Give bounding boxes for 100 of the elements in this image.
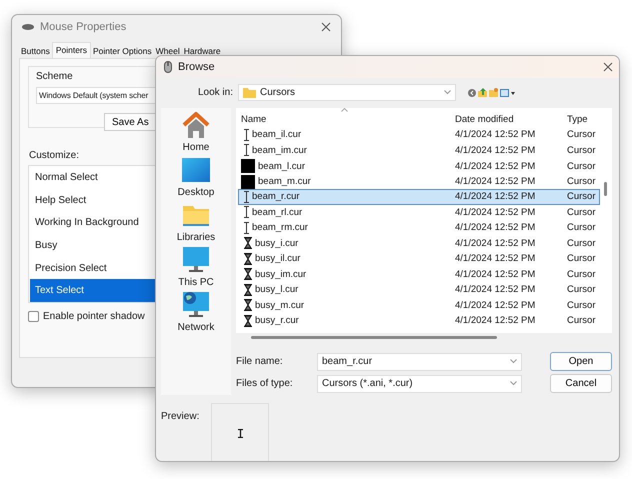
- file-name: busy_im.cur: [255, 268, 306, 280]
- mouse-icon: [22, 24, 34, 30]
- tab[interactable]: Hardware: [182, 44, 223, 58]
- new-folder-icon[interactable]: [489, 88, 498, 97]
- chevron-icon: [510, 381, 517, 386]
- text-cursor-icon: [244, 206, 249, 218]
- text-cursor-icon: [244, 222, 249, 234]
- file-type: Cursor: [567, 300, 597, 311]
- date-modified: 4/1/2024 12:52 PM: [455, 284, 536, 296]
- text-cursor-icon: [244, 128, 249, 141]
- file-row[interactable]: busy_i.cur 4/1/2024 12:52 PM Cursor: [238, 236, 600, 251]
- file-type: Cursor: [567, 222, 597, 234]
- file-name: beam_il.cur: [252, 129, 302, 140]
- file-row[interactable]: busy_im.cur 4/1/2024 12:52 PM Cursor: [238, 266, 600, 282]
- place-item[interactable]: Libraries: [161, 201, 231, 246]
- network-icon: [183, 291, 209, 319]
- desktop-icon: [182, 156, 210, 184]
- close-icon[interactable]: [603, 62, 613, 72]
- tab[interactable]: Pointer Options: [91, 44, 154, 58]
- file-name: busy_m.cur: [255, 300, 304, 311]
- column-header[interactable]: Type: [567, 114, 600, 124]
- file-name: beam_rl.cur: [252, 206, 302, 218]
- file-type-label: Files of type:: [236, 378, 294, 389]
- file-row[interactable]: busy_il.cur 4/1/2024 12:52 PM Cursor: [238, 251, 600, 266]
- place-item[interactable]: Home: [161, 111, 231, 156]
- file-row[interactable]: beam_rl.cur 4/1/2024 12:52 PM Cursor: [238, 204, 600, 220]
- file-row[interactable]: busy_l.cur 4/1/2024 12:52 PM Cursor: [238, 282, 600, 298]
- chevron-icon: [444, 90, 451, 95]
- close-icon[interactable]: [321, 22, 331, 32]
- date-modified: 4/1/2024 12:52 PM: [455, 253, 536, 264]
- date-modified: 4/1/2024 12:52 PM: [455, 144, 536, 156]
- window-title: Mouse Properties: [40, 21, 128, 33]
- file-type: Cursor: [567, 191, 597, 202]
- folder-icon: [243, 88, 256, 98]
- sort-caret-icon: [341, 108, 348, 112]
- file-name-label: File name:: [236, 356, 284, 367]
- file-name: busy_il.cur: [255, 253, 300, 264]
- checkbox[interactable]: [28, 311, 39, 322]
- hourglass-icon: [244, 252, 252, 265]
- filled-square-icon: [241, 159, 255, 173]
- file-type-dropdown[interactable]: Cursors (*.ani, *.cur): [317, 374, 522, 392]
- file-row[interactable]: busy_m.cur 4/1/2024 12:52 PM Cursor: [238, 298, 600, 313]
- up-folder-icon[interactable]: [478, 88, 487, 97]
- file-name: beam_m.cur: [258, 176, 311, 187]
- view-menu-icon[interactable]: [500, 88, 515, 96]
- file-row[interactable]: beam_im.cur 4/1/2024 12:52 PM Cursor: [238, 142, 600, 158]
- tab[interactable]: Wheel: [154, 44, 182, 58]
- file-name: beam_im.cur: [252, 144, 307, 156]
- checkbox-label: Enable pointer shadow: [43, 311, 145, 322]
- file-row[interactable]: beam_m.cur 4/1/2024 12:52 PM Cursor: [238, 174, 600, 189]
- date-modified: 4/1/2024 12:52 PM: [455, 206, 536, 218]
- date-modified: 4/1/2024 12:52 PM: [455, 191, 536, 202]
- preview-label: Preview:: [161, 410, 200, 424]
- text-cursor-icon: [244, 144, 249, 156]
- date-modified: 4/1/2024 12:52 PM: [455, 315, 536, 326]
- house-icon: [181, 111, 211, 139]
- date-modified: 4/1/2024 12:52 PM: [455, 238, 536, 249]
- look-in-dropdown[interactable]: Cursors: [238, 84, 456, 101]
- date-modified: 4/1/2024 12:52 PM: [455, 268, 536, 280]
- file-name: busy_r.cur: [255, 315, 299, 326]
- window-title: Browse: [178, 61, 216, 73]
- file-name: busy_i.cur: [255, 238, 298, 249]
- cancel-button[interactable]: Cancel: [550, 374, 612, 393]
- file-type: Cursor: [567, 160, 597, 172]
- file-row[interactable]: beam_rm.cur 4/1/2024 12:52 PM Cursor: [238, 220, 600, 236]
- column-header[interactable]: Date modified: [455, 114, 567, 124]
- file-type: Cursor: [567, 253, 597, 264]
- monitor-icon: [183, 246, 209, 274]
- file-row[interactable]: beam_r.cur 4/1/2024 12:52 PM Cursor: [238, 189, 600, 204]
- file-type: Cursor: [567, 268, 597, 280]
- text-cursor-icon: [244, 190, 249, 203]
- file-row[interactable]: beam_l.cur 4/1/2024 12:52 PM Cursor: [238, 158, 600, 174]
- tab[interactable]: Pointers: [52, 42, 92, 58]
- chevron-icon: [510, 359, 517, 364]
- file-name-field[interactable]: beam_r.cur: [317, 352, 522, 370]
- filled-square-icon: [241, 174, 255, 188]
- date-modified: 4/1/2024 12:52 PM: [455, 160, 536, 172]
- customize-label: Customize:: [29, 150, 80, 161]
- hourglass-icon: [244, 237, 252, 250]
- date-modified: 4/1/2024 12:52 PM: [455, 222, 536, 234]
- file-name: beam_rm.cur: [252, 222, 308, 234]
- open-button[interactable]: Open: [550, 352, 612, 371]
- scrollbar-thumb[interactable]: [251, 336, 497, 339]
- tab[interactable]: Buttons: [19, 44, 52, 58]
- file-type: Cursor: [567, 144, 597, 156]
- place-item[interactable]: Desktop: [161, 156, 231, 201]
- file-type: Cursor: [567, 284, 597, 296]
- hourglass-icon: [244, 284, 252, 296]
- column-header[interactable]: Name: [241, 114, 455, 124]
- file-name: beam_r.cur: [252, 191, 300, 202]
- file-name: busy_l.cur: [255, 284, 298, 296]
- scrollbar-thumb[interactable]: [604, 182, 607, 196]
- group-label: Scheme: [36, 71, 74, 82]
- file-type: Cursor: [567, 238, 597, 249]
- hourglass-icon: [244, 268, 252, 280]
- back-icon[interactable]: [468, 88, 476, 96]
- look-in-label: Look in:: [196, 87, 234, 98]
- file-row[interactable]: busy_r.cur 4/1/2024 12:52 PM Cursor: [238, 313, 600, 328]
- file-row[interactable]: beam_il.cur 4/1/2024 12:52 PM Cursor: [238, 127, 600, 142]
- file-type: Cursor: [567, 129, 597, 140]
